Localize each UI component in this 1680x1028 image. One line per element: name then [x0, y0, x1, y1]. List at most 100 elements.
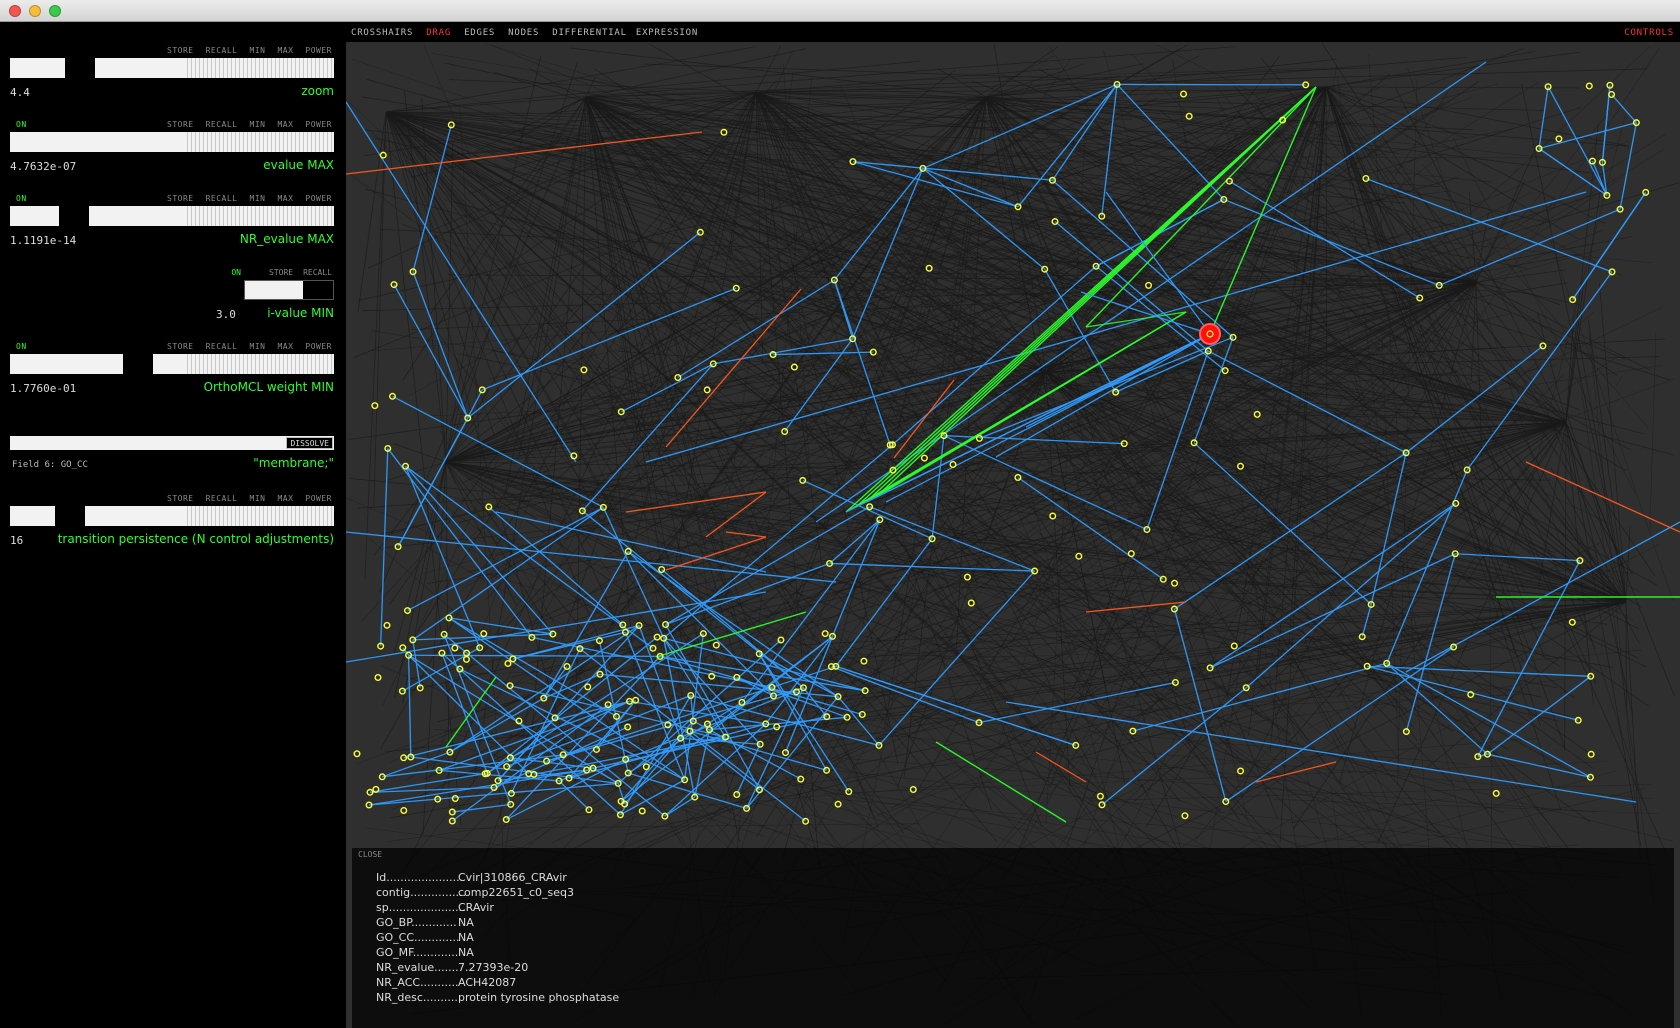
graph-node[interactable]	[462, 655, 470, 663]
nr-evalue-max-value: 1.1191e-14	[10, 234, 77, 247]
dissolve-control: DISSOLVE Field 6: GO_CC "membrane;"	[10, 436, 334, 486]
orthomcl-on-toggle[interactable]: ON	[16, 342, 27, 351]
graph-node[interactable]	[451, 795, 459, 803]
info-value: comp22651_c0_seq3	[458, 886, 574, 899]
controls-toggle[interactable]: CONTROLS	[1624, 22, 1674, 44]
graph-node[interactable]	[400, 807, 408, 815]
info-key: NR_ACC...........	[376, 976, 459, 989]
graph-node[interactable]	[379, 151, 387, 159]
orthomcl-weight-slider[interactable]	[10, 354, 334, 374]
blue-edge	[1611, 94, 1637, 124]
gray-edge	[426, 275, 611, 785]
evalue-on-toggle[interactable]: ON	[16, 120, 27, 129]
info-row: GO_CC.............NA	[376, 930, 619, 945]
info-key: NR_evalue.......	[376, 961, 459, 974]
blue-edge	[831, 519, 881, 637]
close-window-button[interactable]	[9, 5, 21, 17]
network-view: CROSSHAIRS DRAG EDGES NODES DIFFERENTIAL EXPR…	[346, 22, 1680, 1028]
gray-edge	[1565, 164, 1605, 423]
info-row: GO_MF.............NA	[376, 945, 619, 960]
blue-edge	[397, 417, 469, 547]
info-row: Id......................Cvir|310866_CRAv…	[376, 870, 619, 885]
gray-edge	[1375, 788, 1646, 853]
gray-edge	[893, 199, 1567, 423]
mode-crosshairs[interactable]: CROSSHAIRS	[351, 22, 413, 44]
dissolve-button[interactable]: DISSOLVE	[286, 437, 333, 449]
mode-edges[interactable]: EDGES	[464, 22, 495, 44]
info-value: Cvir|310866_CRAvir	[458, 871, 567, 884]
evalue-max-control: ON STORE RECALL MIN MAX POWER 4.7632e-07 eval…	[10, 120, 334, 173]
nr-evalue-max-label: NR_evalue MAX	[239, 232, 334, 246]
info-value: NA	[458, 931, 474, 944]
gray-edge	[445, 338, 1213, 463]
blue-edge	[1438, 208, 1621, 286]
info-value: 7.27393e-20	[458, 961, 529, 974]
gray-edge	[393, 443, 447, 463]
graph-node[interactable]	[1185, 112, 1193, 120]
graph-node[interactable]	[1585, 82, 1593, 90]
graph-node[interactable]	[388, 392, 396, 400]
orthomcl-weight-min-control: ON STORE RECALL MIN MAX POWER 1.7760e-01 Orth…	[10, 342, 334, 395]
gray-edge	[1280, 742, 1674, 842]
minimize-window-button[interactable]	[29, 5, 41, 17]
blue-edge	[869, 506, 1035, 572]
gray-edge	[346, 497, 865, 715]
info-key: GO_BP.............	[376, 916, 457, 929]
gray-edge	[1325, 51, 1536, 88]
info-row: sp......................CRAvir	[376, 900, 619, 915]
mode-nodes[interactable]: NODES	[508, 22, 539, 44]
evalue-max-slider[interactable]	[10, 132, 334, 152]
info-value: ACH42087	[458, 976, 517, 989]
transition-persistence-slider[interactable]	[10, 506, 334, 526]
nr-evalue-on-toggle[interactable]: ON	[16, 194, 27, 203]
graph-node[interactable]	[1180, 90, 1188, 98]
selected-node[interactable]	[1199, 323, 1221, 345]
transition-value: 16	[10, 534, 24, 547]
mode-expression[interactable]: EXPRESSION	[636, 22, 698, 44]
graph-node[interactable]	[374, 673, 382, 681]
graph-node[interactable]	[1492, 789, 1500, 797]
zoom-window-button[interactable]	[49, 5, 61, 17]
gray-edge	[1162, 763, 1516, 843]
graph-node[interactable]	[448, 817, 456, 825]
zoom-slider[interactable]	[10, 58, 334, 78]
i-value-on-toggle[interactable]: ON	[231, 268, 241, 277]
info-close-button[interactable]: CLOSE	[358, 850, 382, 859]
gray-edge	[1288, 798, 1447, 824]
gray-edge	[1325, 51, 1580, 88]
gray-edge	[781, 97, 1472, 348]
graph-node[interactable]	[1181, 812, 1189, 820]
graph-node[interactable]	[399, 644, 407, 652]
i-value-min-value: 3.0	[216, 308, 236, 321]
i-value-toggle-slider[interactable]	[244, 280, 334, 300]
mode-differential[interactable]: DIFFERENTIAL	[552, 22, 627, 44]
gray-edge	[430, 52, 1291, 199]
dissolve-bar[interactable]: DISSOLVE	[10, 436, 334, 450]
mode-drag[interactable]: DRAG	[426, 22, 451, 44]
graph-node[interactable]	[353, 750, 361, 758]
nr-evalue-max-slider[interactable]	[10, 206, 334, 226]
info-key: GO_CC.............	[376, 931, 460, 944]
gray-edge	[448, 823, 919, 830]
blue-edge	[1538, 86, 1549, 149]
gray-edge	[385, 60, 921, 113]
gray-edge	[1325, 86, 1580, 89]
graph-node[interactable]	[834, 800, 842, 808]
gray-edge	[385, 46, 757, 113]
blue-edge	[407, 655, 412, 758]
i-value-min-control: ON STORE RECALL 3.0 i-value MIN	[216, 268, 334, 321]
mode-toolbar: CROSSHAIRS DRAG EDGES NODES DIFFERENTIAL EXPR…	[346, 22, 1680, 42]
gray-edge	[506, 738, 1539, 822]
gray-edge	[1089, 784, 1652, 802]
graph-node[interactable]	[504, 659, 512, 667]
info-value: CRAvir	[458, 901, 494, 914]
graph-node[interactable]	[383, 621, 391, 629]
info-key: contig................	[376, 886, 467, 899]
blue-edge	[1386, 662, 1591, 778]
gray-edge	[597, 153, 1550, 159]
window-titlebar	[0, 0, 1680, 22]
dissolve-value: "membrane;"	[253, 456, 334, 470]
blue-edge	[1223, 198, 1440, 286]
graph-node[interactable]	[451, 644, 459, 652]
graph-node[interactable]	[1237, 767, 1245, 775]
